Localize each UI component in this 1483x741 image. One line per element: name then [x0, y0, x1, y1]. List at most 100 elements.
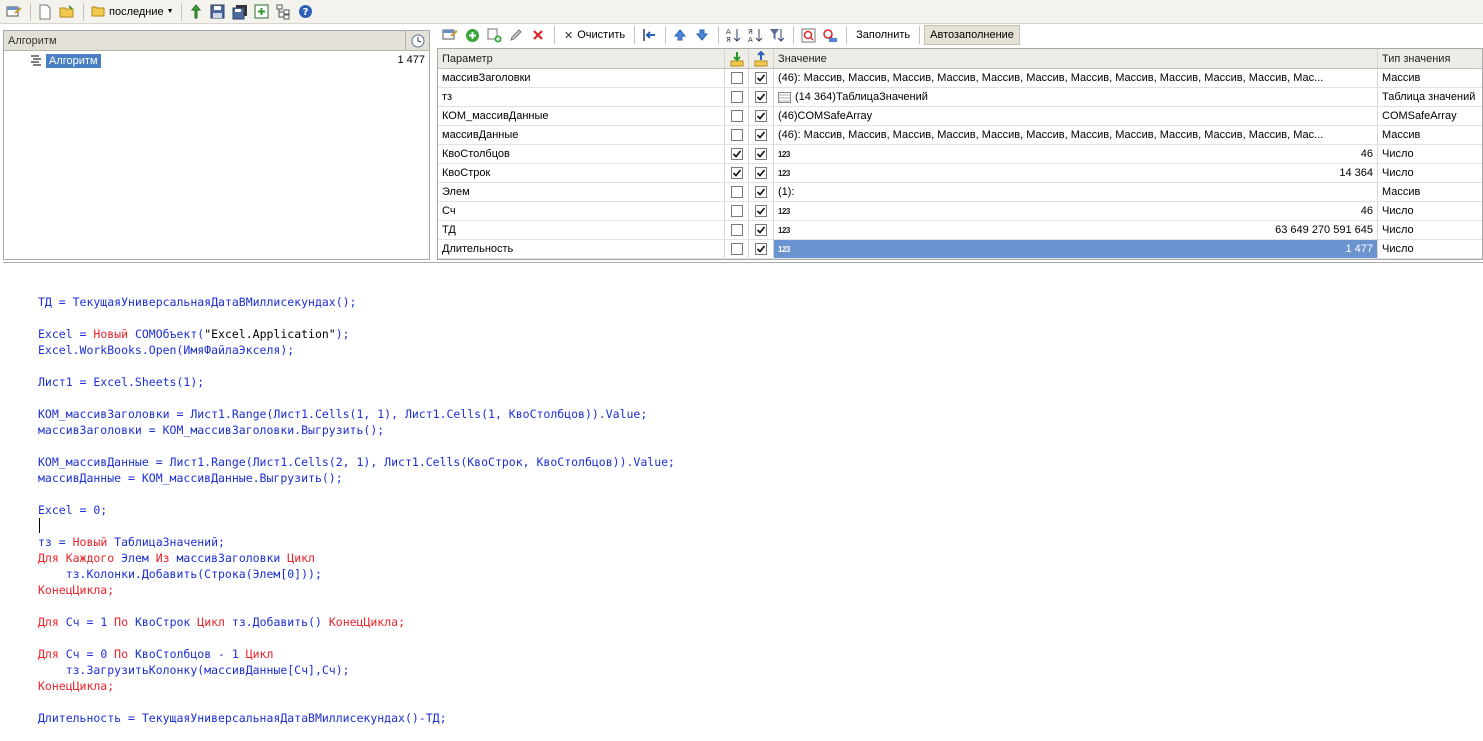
parameter-name-cell[interactable]: КОМ_массивДанные [438, 107, 725, 125]
table-row[interactable]: КвоСтрок 123 14 364 Число [438, 164, 1482, 183]
parameter-value-cell[interactable]: 123 63 649 270 591 645 [774, 221, 1378, 239]
table-row[interactable]: КвоСтолбцов 123 46 Число [438, 145, 1482, 164]
copy-row-icon[interactable] [484, 25, 504, 45]
output-checkbox[interactable] [755, 129, 767, 141]
parameter-value-cell[interactable]: 123 46 [774, 145, 1378, 163]
help-icon[interactable]: ? [296, 2, 316, 22]
output-checkbox[interactable] [755, 205, 767, 217]
parameter-value-cell[interactable]: (46): Массив, Массив, Массив, Массив, Ма… [774, 69, 1378, 87]
parameter-value-cell[interactable]: 123 14 364 [774, 164, 1378, 182]
find-replace-icon[interactable] [820, 25, 840, 45]
parameter-value-cell[interactable]: (1): [774, 183, 1378, 201]
table-row[interactable]: КОМ_массивДанные (46)COMSafeArray COMSafeA… [438, 107, 1482, 126]
input-checkbox[interactable] [730, 243, 743, 255]
delete-icon[interactable] [528, 25, 548, 45]
parameter-name-cell[interactable]: Длительность [438, 240, 725, 258]
edit-icon[interactable] [506, 25, 526, 45]
parameter-type-cell[interactable]: Число [1378, 221, 1482, 239]
add-window-icon[interactable] [252, 2, 272, 22]
code-token: Excel.WorkBooks.Open(ИмяФайлаЭкселя); [38, 343, 295, 357]
input-checkbox[interactable] [730, 205, 743, 217]
parameter-type-cell[interactable]: Массив [1378, 69, 1482, 87]
open-folder-icon[interactable] [57, 2, 77, 22]
output-checkbox[interactable] [755, 186, 767, 198]
sort-filter-icon[interactable] [767, 25, 787, 45]
sort-descending-icon[interactable]: ЯA [745, 25, 765, 45]
output-checkbox[interactable] [755, 224, 767, 236]
parameter-type-cell[interactable]: Число [1378, 202, 1482, 220]
clear-button[interactable]: ✕ Очистить [559, 25, 630, 45]
output-checkbox[interactable] [755, 91, 767, 103]
parameter-name-cell[interactable]: ТД [438, 221, 725, 239]
parameter-type-cell[interactable]: Таблица значений [1378, 88, 1482, 106]
move-down-icon[interactable] [692, 25, 712, 45]
recent-files-dropdown[interactable]: последние ▼ [88, 2, 177, 22]
add-row-icon[interactable] [462, 25, 482, 45]
parameter-name-cell[interactable]: КвоСтрок [438, 164, 725, 182]
table-row[interactable]: массивЗаголовки (46): Массив, Массив, Мас… [438, 69, 1482, 88]
parameter-value-cell[interactable]: (46)COMSafeArray [774, 107, 1378, 125]
move-up-icon[interactable] [670, 25, 690, 45]
code-editor[interactable]: ТД = ТекущаяУниверсальнаяДатаВМиллисекун… [3, 262, 1483, 741]
table-row[interactable]: тз (14 364)ТаблицаЗначений Таблица значени… [438, 88, 1482, 107]
parameter-type-cell[interactable]: Число [1378, 145, 1482, 163]
parameter-type-cell[interactable]: Массив [1378, 126, 1482, 144]
input-checkbox[interactable] [730, 167, 743, 179]
input-checkbox[interactable] [730, 91, 743, 103]
input-checkbox[interactable] [730, 224, 743, 236]
type-column-header[interactable]: Тип значения [1378, 49, 1482, 68]
table-row[interactable]: ТД 123 63 649 270 591 645 Число [438, 221, 1482, 240]
code-line: Длительность = ТекущаяУниверсальнаяДатаВ… [38, 710, 447, 726]
parameter-name-cell[interactable]: массивЗаголовки [438, 69, 725, 87]
table-row[interactable]: Длительность 123 1 477 Число [438, 240, 1482, 259]
parameter-name-cell[interactable]: КвоСтолбцов [438, 145, 725, 163]
save-icon[interactable] [208, 2, 228, 22]
duration-column-header[interactable] [405, 30, 429, 51]
parameter-type-cell[interactable]: Массив [1378, 183, 1482, 201]
move-left-icon[interactable] [639, 25, 659, 45]
parameter-value-cell[interactable]: 123 1 477 [774, 240, 1378, 258]
form-settings-icon[interactable] [440, 25, 460, 45]
tree-structure-icon[interactable] [274, 2, 294, 22]
input-checkbox[interactable] [730, 148, 743, 160]
parameter-type-cell[interactable]: Число [1378, 164, 1482, 182]
value-column-header[interactable]: Значение [774, 49, 1378, 68]
input-checkbox[interactable] [730, 110, 743, 122]
parameter-name-cell[interactable]: Сч [438, 202, 725, 220]
output-checkbox[interactable] [755, 243, 767, 255]
parameter-type-cell[interactable]: COMSafeArray [1378, 107, 1482, 125]
parameter-name-cell[interactable]: массивДанные [438, 126, 725, 144]
algorithm-label[interactable]: Алгоритм [46, 53, 101, 68]
find-icon[interactable] [798, 25, 818, 45]
autofill-toggle[interactable]: Автозаполнение [924, 25, 1020, 45]
output-checkbox[interactable] [755, 72, 767, 84]
parameter-value-cell[interactable]: (46): Массив, Массив, Массив, Массив, Ма… [774, 126, 1378, 144]
parameter-name-cell[interactable]: Элем [438, 183, 725, 201]
run-icon[interactable] [186, 2, 206, 22]
input-checkbox[interactable] [730, 129, 743, 141]
algorithm-tree-row[interactable]: Алгоритм 1 477 [4, 51, 429, 70]
save-all-icon[interactable] [230, 2, 250, 22]
input-checkbox[interactable] [730, 72, 743, 84]
parameter-value-cell[interactable]: 123 46 [774, 202, 1378, 220]
form-settings-icon[interactable] [4, 2, 24, 22]
output-checkbox[interactable] [755, 148, 767, 160]
sort-ascending-icon[interactable]: AЯ [723, 25, 743, 45]
parameter-value-cell[interactable]: (14 364)ТаблицаЗначений [774, 88, 1378, 106]
output-column-header[interactable] [749, 49, 774, 68]
input-column-header[interactable] [725, 49, 749, 68]
table-row[interactable]: массивДанные (46): Массив, Массив, Массив… [438, 126, 1482, 145]
fill-button[interactable]: Заполнить [851, 25, 915, 45]
parameters-table-body: массивЗаголовки (46): Массив, Массив, Мас… [438, 69, 1482, 259]
output-checkbox[interactable] [755, 110, 767, 122]
parameter-type-cell[interactable]: Число [1378, 240, 1482, 258]
algorithm-column-header[interactable]: Алгоритм [4, 35, 405, 47]
input-checkbox[interactable] [730, 186, 743, 198]
parameter-column-header[interactable]: Параметр [438, 49, 725, 68]
new-file-icon[interactable] [35, 2, 55, 22]
output-checkbox[interactable] [755, 167, 767, 179]
table-row[interactable]: Сч 123 46 Число [438, 202, 1482, 221]
table-row[interactable]: Элем (1): Массив [438, 183, 1482, 202]
code-token: Сч = 0 [58, 647, 115, 661]
parameter-name-cell[interactable]: тз [438, 88, 725, 106]
